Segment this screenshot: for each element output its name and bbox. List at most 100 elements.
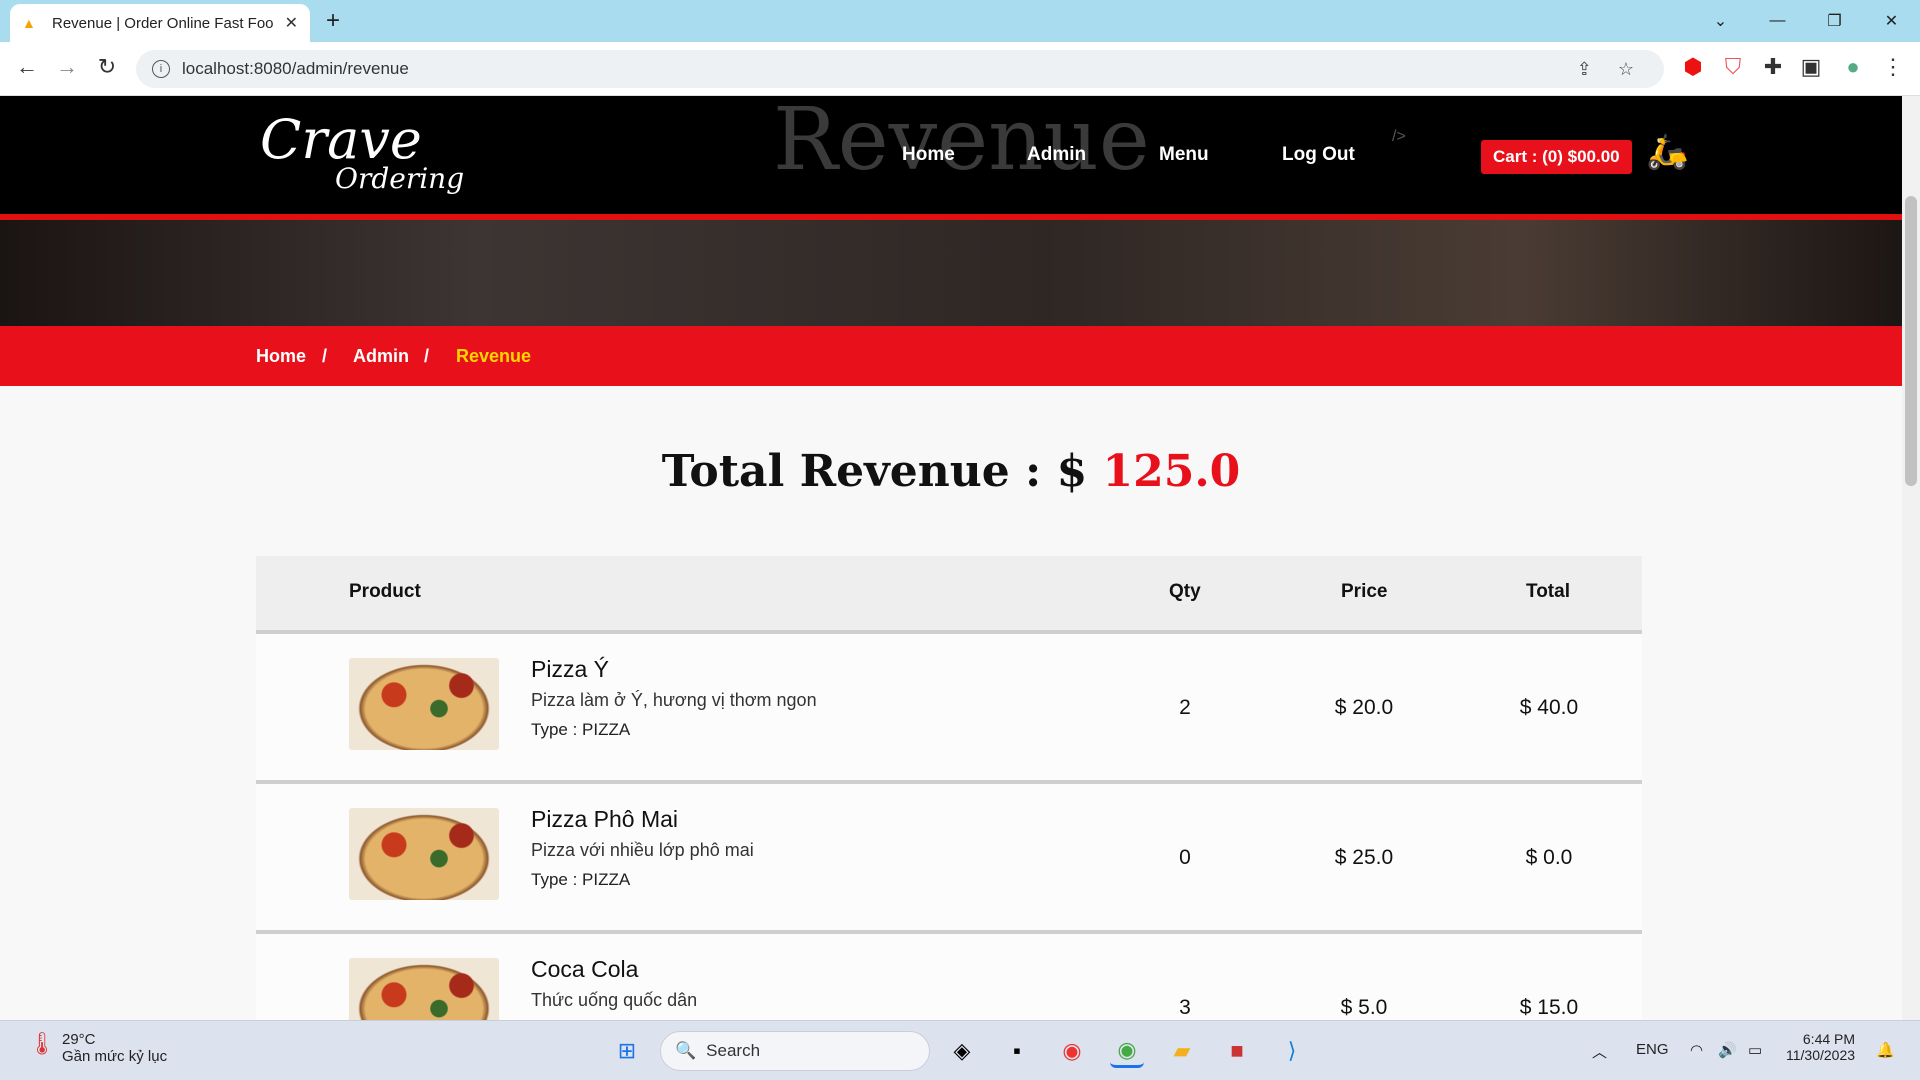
product-total: $ 0.0 xyxy=(1525,846,1573,869)
total-revenue-amount: 125.0 xyxy=(1102,446,1241,497)
product-name: Coca Cola xyxy=(531,956,639,982)
product-total: $ 15.0 xyxy=(1519,996,1579,1019)
system-clock[interactable]: 6:44 PM 11/30/2023 xyxy=(1786,1031,1855,1063)
product-image xyxy=(349,958,499,1020)
breadcrumb-separator: / xyxy=(322,346,328,366)
product-price: $ 20.0 xyxy=(1334,696,1394,719)
address-bar[interactable]: i localhost:8080/admin/revenue ⇪ ☆ xyxy=(136,50,1664,88)
copilot-icon[interactable]: ◈ xyxy=(945,1034,979,1068)
product-description: Pizza làm ở Ý, hương vị thơm ngon xyxy=(531,690,817,710)
adblock-extension-icon[interactable]: ⬢ xyxy=(1678,54,1708,80)
notification-bell-icon[interactable]: 🔔 xyxy=(1876,1041,1895,1059)
task-view-icon[interactable]: ▪ xyxy=(1000,1034,1034,1068)
breadcrumb-separator: / xyxy=(424,346,430,366)
nav-logout[interactable]: Log Out xyxy=(1282,144,1355,166)
share-icon[interactable]: ⇪ xyxy=(1577,59,1592,80)
nav-admin[interactable]: Admin xyxy=(1027,144,1086,166)
col-qty: Qty xyxy=(1169,581,1201,602)
table-header: Product Qty Price Total xyxy=(256,556,1642,634)
breadcrumb-revenue: Revenue xyxy=(456,346,532,366)
tray-overflow-icon[interactable]: ︿ xyxy=(1592,1041,1607,1062)
window-controls: ⌄ — ❐ ✕ xyxy=(1692,0,1920,42)
extensions-puzzle-icon[interactable]: ✚ xyxy=(1758,54,1788,80)
product-price: $ 5.0 xyxy=(1340,996,1388,1019)
product-description: Pizza với nhiều lớp phô mai xyxy=(531,840,754,860)
page-scrollbar[interactable] xyxy=(1902,96,1920,1020)
file-explorer-icon[interactable]: ▰ xyxy=(1165,1034,1199,1068)
chrome-canary-icon[interactable]: ◉ xyxy=(1055,1034,1089,1068)
nav-menu[interactable]: Menu xyxy=(1159,144,1209,166)
tab-title: Revenue | Order Online Fast Foo xyxy=(52,14,274,32)
back-icon[interactable]: ← xyxy=(12,54,42,80)
close-window-icon[interactable]: ✕ xyxy=(1863,0,1920,42)
forward-icon[interactable]: → xyxy=(52,54,82,80)
intellij-icon[interactable]: ■ xyxy=(1220,1034,1254,1068)
reload-icon[interactable]: ↻ xyxy=(92,54,122,80)
product-type: Type : PIZZA xyxy=(531,720,631,739)
breadcrumb-home[interactable]: Home xyxy=(256,346,306,367)
battery-icon[interactable]: ▭ xyxy=(1748,1041,1762,1059)
thermometer-icon: 🌡 xyxy=(28,1031,56,1056)
web-page: Revenue Crave Ordering Home Admin Menu L… xyxy=(0,96,1902,1020)
site-header: Revenue Crave Ordering Home Admin Menu L… xyxy=(0,96,1902,216)
cart-button[interactable]: Cart : (0) $00.00 xyxy=(1481,140,1632,174)
product-qty: 2 xyxy=(1179,696,1191,719)
product-name: Pizza Ý xyxy=(531,656,609,682)
product-name: Pizza Phô Mai xyxy=(531,806,679,832)
weather-temp: 29°C xyxy=(62,1031,96,1048)
stray-markup-text: /> xyxy=(1392,128,1406,145)
total-revenue-label: Total Revenue : $ xyxy=(661,446,1088,497)
product-description: Thức uống quốc dân xyxy=(531,990,698,1010)
windows-start-icon[interactable]: ⊞ xyxy=(610,1034,644,1068)
minimize-icon[interactable]: — xyxy=(1749,0,1806,42)
product-image xyxy=(349,658,499,750)
profile-avatar-icon[interactable]: ● xyxy=(1838,54,1868,80)
revenue-table: Product Qty Price Total Pizza Ý Pizza là… xyxy=(256,556,1642,1020)
delivery-scooter-icon[interactable]: 🛵 xyxy=(1646,132,1688,172)
clock-time: 6:44 PM xyxy=(1802,1031,1856,1047)
table-row: Pizza Phô Mai Pizza với nhiều lớp phô ma… xyxy=(256,784,1642,934)
table-row: Pizza Ý Pizza làm ở Ý, hương vị thơm ngo… xyxy=(256,634,1642,784)
total-revenue: Total Revenue : $ 125.0 xyxy=(0,446,1902,497)
hero-banner xyxy=(0,220,1902,326)
restore-icon[interactable]: ❐ xyxy=(1806,0,1863,42)
browser-menu-icon[interactable]: ⋮ xyxy=(1878,54,1908,80)
language-indicator[interactable]: ENG xyxy=(1636,1041,1669,1058)
volume-icon[interactable]: 🔊 xyxy=(1718,1041,1737,1059)
shield-extension-icon[interactable]: ⛉ xyxy=(1718,54,1748,80)
col-total: Total xyxy=(1526,581,1570,602)
weather-widget[interactable]: 🌡 29°C Gần mức kỷ lục xyxy=(28,1031,167,1065)
tab-search-icon[interactable]: ⌄ xyxy=(1692,0,1749,42)
product-total: $ 40.0 xyxy=(1519,696,1579,719)
close-tab-icon[interactable]: ✕ xyxy=(285,13,298,33)
breadcrumb-admin[interactable]: Admin xyxy=(353,346,409,367)
browser-toolbar: ← → ↻ i localhost:8080/admin/revenue ⇪ ☆… xyxy=(0,42,1920,96)
nav-home[interactable]: Home xyxy=(902,144,955,166)
product-qty: 0 xyxy=(1179,846,1191,869)
site-favicon-icon: ▲ xyxy=(22,15,36,31)
product-type: Type : PIZZA xyxy=(531,870,631,889)
product-image xyxy=(349,808,499,900)
site-info-icon[interactable]: i xyxy=(152,60,170,78)
weather-desc: Gần mức kỷ lục xyxy=(62,1048,168,1065)
url-text: localhost:8080/admin/revenue xyxy=(182,59,409,78)
browser-tab[interactable]: ▲ Revenue | Order Online Fast Foo ✕ xyxy=(10,4,310,42)
page-heading-watermark: Revenue xyxy=(773,96,1150,190)
logo-ordering[interactable]: Ordering xyxy=(335,162,464,195)
os-taskbar: 🌡 29°C Gần mức kỷ lục ⊞ 🔍 Search ◈ ▪ ◉ ◉… xyxy=(0,1020,1920,1080)
taskbar-search[interactable]: 🔍 Search xyxy=(660,1031,930,1071)
col-product: Product xyxy=(349,581,421,602)
breadcrumb: Home / Admin / Revenue xyxy=(0,326,1902,386)
product-qty: 3 xyxy=(1179,996,1191,1019)
col-price: Price xyxy=(1341,581,1388,602)
chrome-icon[interactable]: ◉ xyxy=(1110,1034,1144,1068)
table-row: Coca Cola Thức uống quốc dân 3 $ 5.0 $ 1… xyxy=(256,934,1642,1020)
new-tab-icon[interactable]: + xyxy=(326,7,340,35)
side-panel-icon[interactable]: ▣ xyxy=(1796,54,1826,80)
bookmark-star-icon[interactable]: ☆ xyxy=(1618,59,1634,80)
vscode-icon[interactable]: ⟩ xyxy=(1275,1034,1309,1068)
main-content: Total Revenue : $ 125.0 Product Qty Pric… xyxy=(0,386,1902,1020)
scrollbar-thumb[interactable] xyxy=(1905,196,1917,486)
wifi-icon[interactable]: ◠ xyxy=(1690,1041,1703,1059)
browser-tab-bar: ▲ Revenue | Order Online Fast Foo ✕ + ⌄ … xyxy=(0,0,1920,42)
